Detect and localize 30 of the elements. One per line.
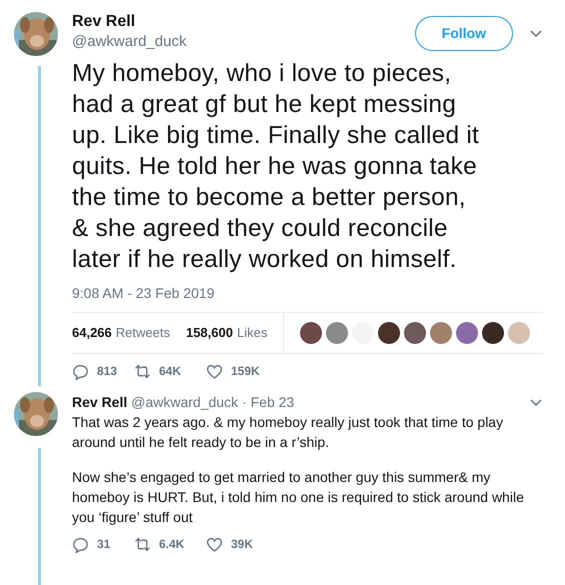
like-icon[interactable] [206,536,223,552]
stat-count: 64,266 [72,324,112,342]
stat-label: Likes [236,324,268,342]
tweet-text: My homeboy, who i love to pieces, had a great gf but he kept messing up. Like big time. Finally she called it quits. He told her he was gonna take the time to become a better person, & she agreed they could reconcile later if he really worked on himself. [72,59,480,275]
action-count: 39K [231,536,254,553]
reply-icon[interactable] [72,362,89,380]
liker-avatar[interactable] [378,322,400,344]
author-name: Rev Rell [72,393,128,412]
reply-text: Now she’s engaged to get married to another guy this summer& my homeboy is HURT. But, i told him no one is required to stick around while you ‘figure’ stuff out [72,468,525,527]
reply-date: · Feb 23 [242,393,294,412]
author-handle: @awkward_duck [131,393,238,412]
retweet-icon[interactable] [134,362,151,380]
stat-label: Retweets [116,324,170,342]
liker-avatar[interactable] [482,322,504,344]
author-name: Rev Rell [72,12,136,32]
action-count: 64K [159,363,182,380]
like-icon[interactable] [206,362,223,380]
timestamp: 9:08 AM - 23 Feb 2019 [72,284,216,303]
follow-button[interactable]: Follow [414,16,513,51]
stat-count: 158,600 [186,324,233,342]
liker-avatar[interactable] [300,322,322,344]
action-count: 813 [97,363,118,380]
liker-avatar[interactable] [404,322,426,344]
action-count: 6.4K [159,536,184,553]
reply-icon[interactable] [72,536,89,552]
reply-text: That was 2 years ago. & my homeboy really just took that time to play around until he felt ready to be in a r’ship. [72,413,504,452]
action-count: 159K [231,363,260,380]
retweet-icon[interactable] [134,536,151,552]
action-count: 31 [97,536,110,553]
author-handle: @awkward_duck [72,32,188,52]
